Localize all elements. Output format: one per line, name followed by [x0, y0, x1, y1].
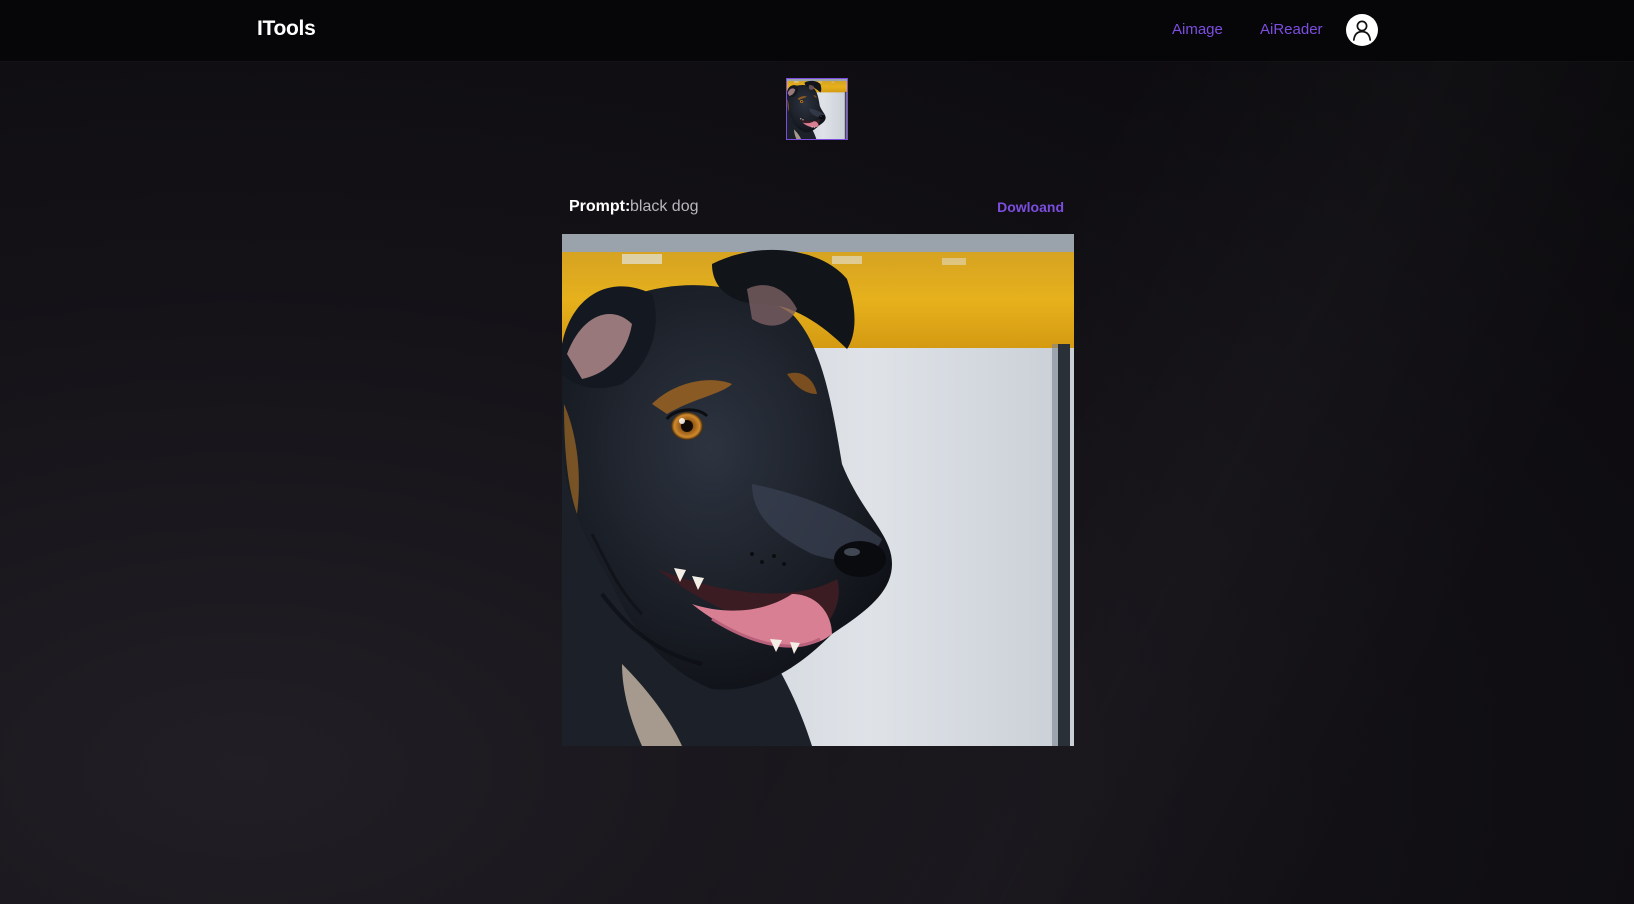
nav-link-aireader[interactable]: AiReader — [1260, 21, 1323, 38]
generated-image-thumbnail[interactable] — [786, 78, 848, 140]
top-navbar: ITools Aimage AiReader — [0, 0, 1634, 61]
nav-link-aimage[interactable]: Aimage — [1172, 21, 1223, 38]
download-button[interactable]: Dowloand — [997, 199, 1064, 215]
prompt-value: black dog — [630, 198, 699, 215]
prompt-label: Prompt: — [569, 198, 631, 215]
generated-image — [562, 234, 1074, 746]
dog-image — [562, 234, 1074, 746]
thumbnail-dog-image — [787, 79, 847, 139]
user-icon — [1351, 19, 1373, 41]
user-avatar-button[interactable] — [1346, 14, 1378, 46]
prompt-row: Prompt: black dog Dowloand — [569, 198, 1064, 222]
brand-logo[interactable]: ITools — [257, 17, 316, 41]
